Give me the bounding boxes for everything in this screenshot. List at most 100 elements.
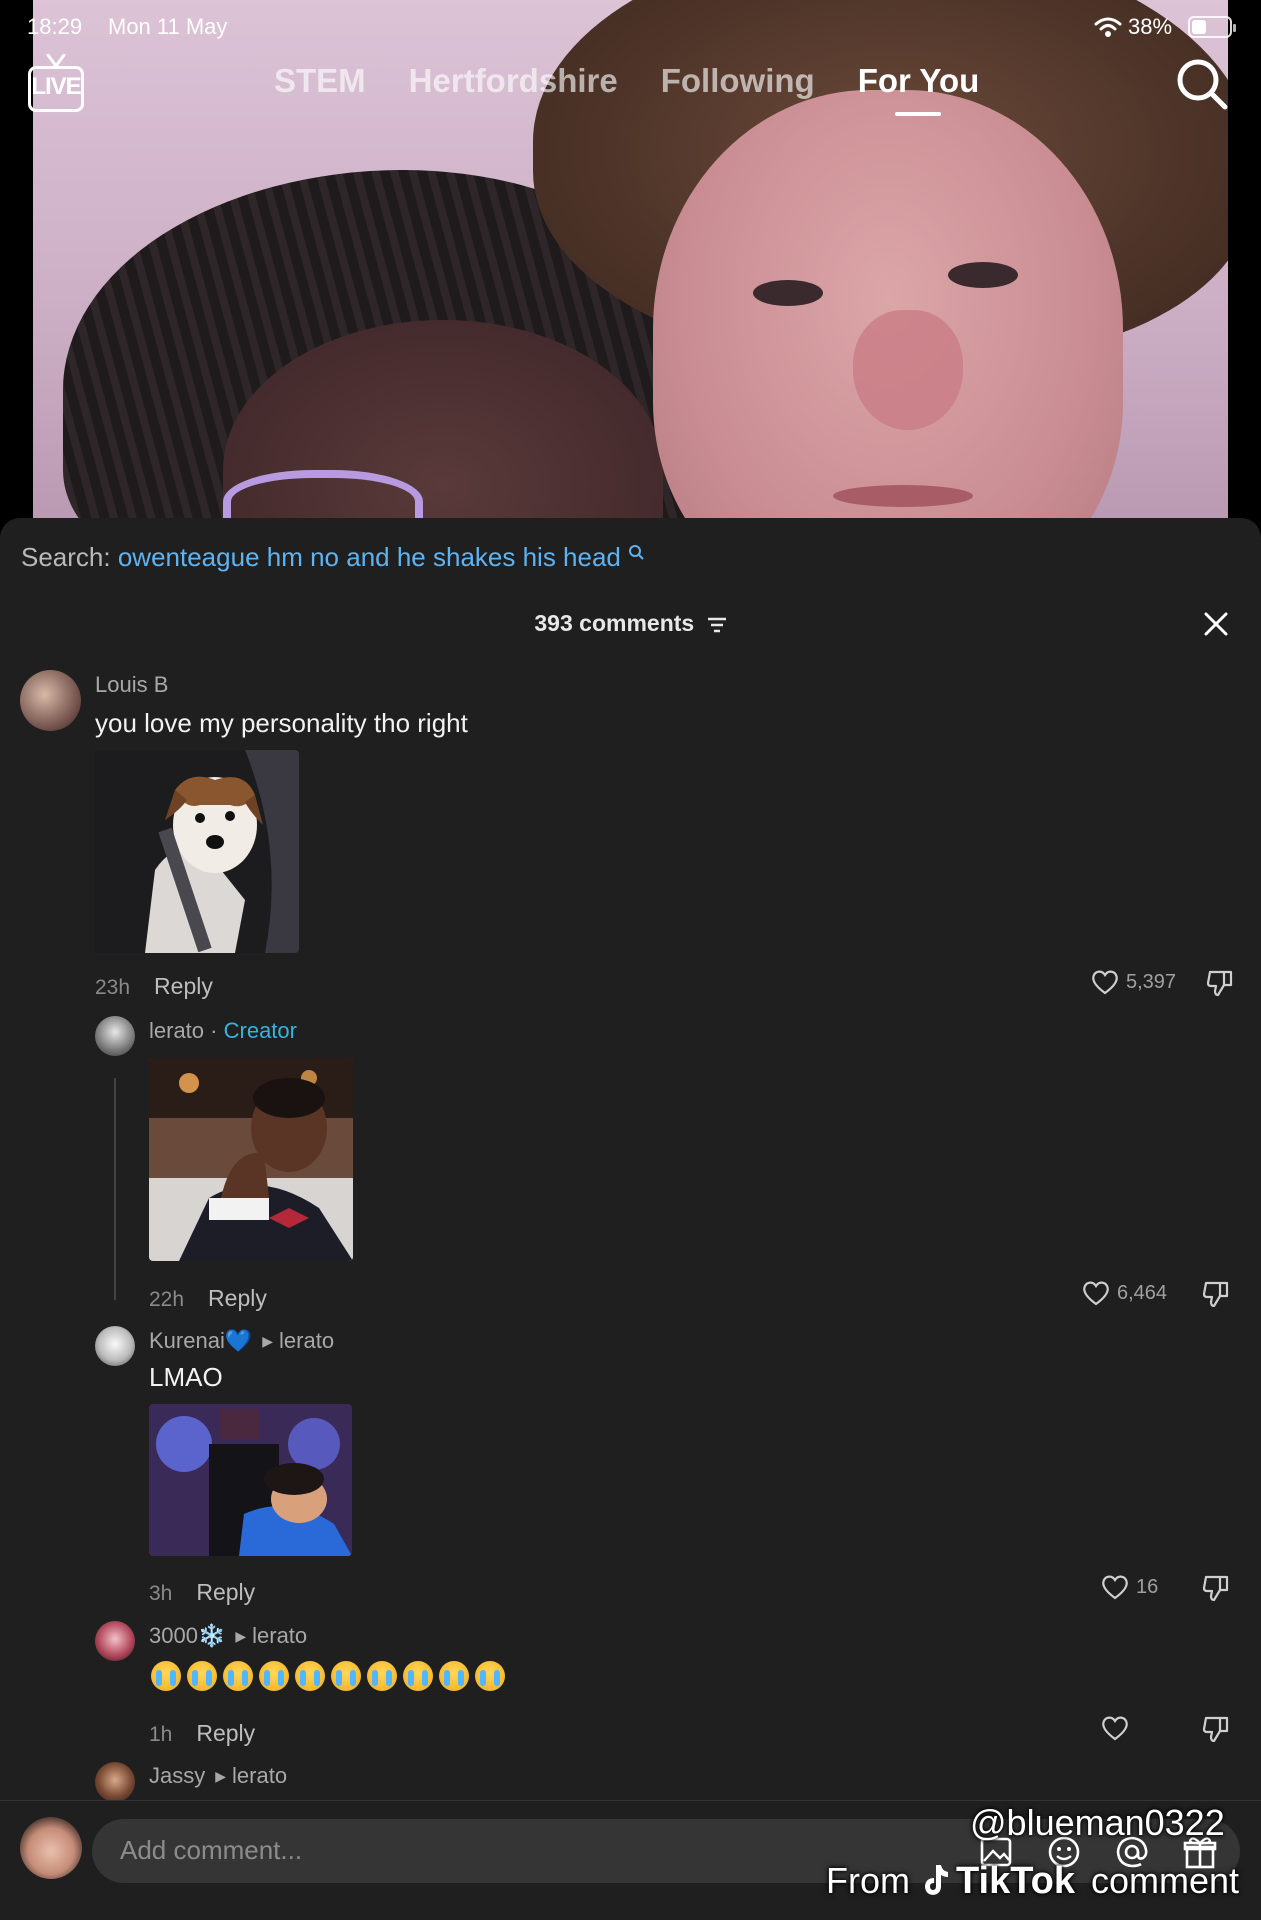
loudly-crying-face-emoji bbox=[223, 1661, 253, 1691]
comment-meta: 3h Reply bbox=[149, 1579, 255, 1606]
laughing-man-image bbox=[149, 1058, 353, 1261]
avatar[interactable] bbox=[95, 1762, 135, 1802]
video-nose bbox=[853, 310, 963, 430]
dislike-icon[interactable] bbox=[1201, 1279, 1231, 1309]
comment-gif-laughing-man[interactable] bbox=[149, 1058, 353, 1261]
search-mini-icon bbox=[629, 545, 644, 560]
heart-icon bbox=[1102, 1575, 1128, 1600]
search-query-link[interactable]: owenteague hm no and he shakes his head bbox=[118, 542, 621, 572]
comment-time: 1h bbox=[149, 1723, 173, 1746]
avatar[interactable] bbox=[20, 670, 81, 731]
tiktok-logo-icon bbox=[925, 1865, 949, 1895]
thread-line bbox=[114, 1078, 116, 1300]
reply-to[interactable]: lerato bbox=[232, 1763, 287, 1788]
comment-meta: 1h Reply bbox=[149, 1720, 255, 1747]
tab-for-you[interactable]: For You bbox=[858, 62, 980, 100]
avatar[interactable] bbox=[95, 1621, 135, 1661]
like-count: 16 bbox=[1136, 1575, 1159, 1598]
status-time: 18:29 bbox=[27, 14, 83, 39]
loudly-crying-face-emoji bbox=[259, 1661, 289, 1691]
comment-time: 22h bbox=[149, 1288, 185, 1311]
comment-username-line: lerato · Creator bbox=[149, 1018, 297, 1044]
status-bar: 18:29 Mon 11 May 38% bbox=[0, 12, 1261, 42]
loudly-crying-face-emoji bbox=[187, 1661, 217, 1691]
like-button[interactable]: 16 bbox=[1100, 1571, 1158, 1603]
loudly-crying-face-emoji bbox=[151, 1661, 181, 1691]
avatar[interactable] bbox=[95, 1326, 135, 1366]
comments-sheet: Search: owenteague hm no and he shakes h… bbox=[0, 518, 1261, 1920]
loudly-crying-face-emoji bbox=[475, 1661, 505, 1691]
dog-image bbox=[95, 750, 299, 953]
comment-count: 393 comments bbox=[534, 610, 695, 636]
comment-username-line: 3000❄️ ▶ lerato bbox=[149, 1623, 307, 1649]
watermark-from-label: From bbox=[826, 1860, 910, 1901]
reply-to[interactable]: lerato bbox=[279, 1328, 334, 1353]
top-nav: LIVE STEM Hertfordshire Following For Yo… bbox=[0, 52, 1261, 132]
my-avatar[interactable] bbox=[20, 1817, 82, 1879]
sort-filter-icon[interactable] bbox=[707, 617, 727, 633]
comment-input-placeholder: Add comment... bbox=[120, 1835, 303, 1865]
reply-button[interactable]: Reply bbox=[208, 1285, 267, 1311]
loudly-crying-face-emoji bbox=[439, 1661, 469, 1691]
search-icon[interactable] bbox=[1174, 56, 1230, 112]
comment-username-line: Kurenai💙 ▶ lerato bbox=[149, 1328, 334, 1354]
tab-following[interactable]: Following bbox=[661, 62, 815, 100]
reply-button[interactable]: Reply bbox=[196, 1720, 255, 1746]
search-prefix: Search: bbox=[21, 542, 111, 572]
search-suggestion[interactable]: Search: owenteague hm no and he shakes h… bbox=[21, 542, 644, 573]
avatar[interactable] bbox=[95, 1016, 135, 1056]
comment-username-line: Jassy ▶ lerato bbox=[149, 1763, 287, 1789]
comment-time: 3h bbox=[149, 1582, 173, 1605]
reply-button[interactable]: Reply bbox=[154, 973, 213, 999]
comment-username[interactable]: Louis B bbox=[95, 672, 168, 698]
watermark-handle: @blueman0322 bbox=[970, 1802, 1225, 1843]
reply-arrow-icon: ▶ bbox=[215, 1768, 227, 1784]
reply-arrow-icon: ▶ bbox=[235, 1628, 247, 1644]
live-button[interactable]: LIVE bbox=[24, 54, 90, 116]
comment-username[interactable]: 3000❄️ bbox=[149, 1623, 225, 1648]
streamer-image bbox=[149, 1404, 352, 1556]
loudly-crying-face-emoji bbox=[331, 1661, 361, 1691]
comment-gif-streamer[interactable] bbox=[149, 1404, 352, 1556]
like-button[interactable]: 6,464 bbox=[1081, 1277, 1167, 1309]
video-person-right-face bbox=[653, 90, 1123, 530]
dislike-icon[interactable] bbox=[1201, 1714, 1231, 1744]
video-eye-left bbox=[753, 280, 823, 306]
like-button[interactable] bbox=[1100, 1712, 1130, 1744]
dislike-icon[interactable] bbox=[1205, 968, 1235, 998]
loudly-crying-face-emoji bbox=[403, 1661, 433, 1691]
feed-tabs: STEM Hertfordshire Following For You bbox=[274, 62, 979, 100]
watermark-suffix: comment bbox=[1091, 1860, 1240, 1901]
video-eye-right bbox=[948, 262, 1018, 288]
tab-stem[interactable]: STEM bbox=[274, 62, 366, 100]
live-label: LIVE bbox=[31, 73, 81, 100]
comment-username[interactable]: lerato bbox=[149, 1018, 204, 1043]
comment-username[interactable]: Kurenai💙 bbox=[149, 1328, 252, 1353]
wifi-icon bbox=[1094, 17, 1122, 37]
like-count: 6,464 bbox=[1117, 1281, 1168, 1304]
creator-tag: Creator bbox=[223, 1018, 297, 1043]
watermark-from: From TikTok comment bbox=[826, 1860, 1239, 1903]
tab-hertfordshire[interactable]: Hertfordshire bbox=[409, 62, 618, 100]
heart-icon bbox=[1083, 1281, 1109, 1306]
comment-count-header: 393 comments bbox=[0, 610, 1261, 637]
status-date: Mon 11 May bbox=[108, 14, 228, 39]
comment-emoji-text bbox=[151, 1661, 505, 1691]
watermark-brand: TikTok bbox=[956, 1860, 1075, 1902]
comment-meta: 22h Reply bbox=[149, 1285, 267, 1312]
close-icon[interactable] bbox=[1200, 608, 1232, 640]
battery-icon bbox=[1188, 16, 1236, 38]
reply-button[interactable]: Reply bbox=[196, 1579, 255, 1605]
dislike-icon[interactable] bbox=[1201, 1573, 1231, 1603]
reply-to[interactable]: lerato bbox=[252, 1623, 307, 1648]
battery-percent: 38% bbox=[1128, 14, 1173, 39]
separator: · bbox=[210, 1018, 218, 1043]
like-button[interactable]: 5,397 bbox=[1090, 966, 1176, 998]
comment-text: LMAO bbox=[149, 1362, 223, 1392]
comment-username[interactable]: Jassy bbox=[149, 1763, 205, 1788]
comment-gif-dog[interactable] bbox=[95, 750, 299, 953]
battery-fill bbox=[1192, 20, 1206, 34]
reply-arrow-icon: ▶ bbox=[262, 1333, 274, 1349]
comment-text: you love my personality tho right bbox=[95, 708, 468, 738]
heart-icon bbox=[1092, 970, 1118, 995]
